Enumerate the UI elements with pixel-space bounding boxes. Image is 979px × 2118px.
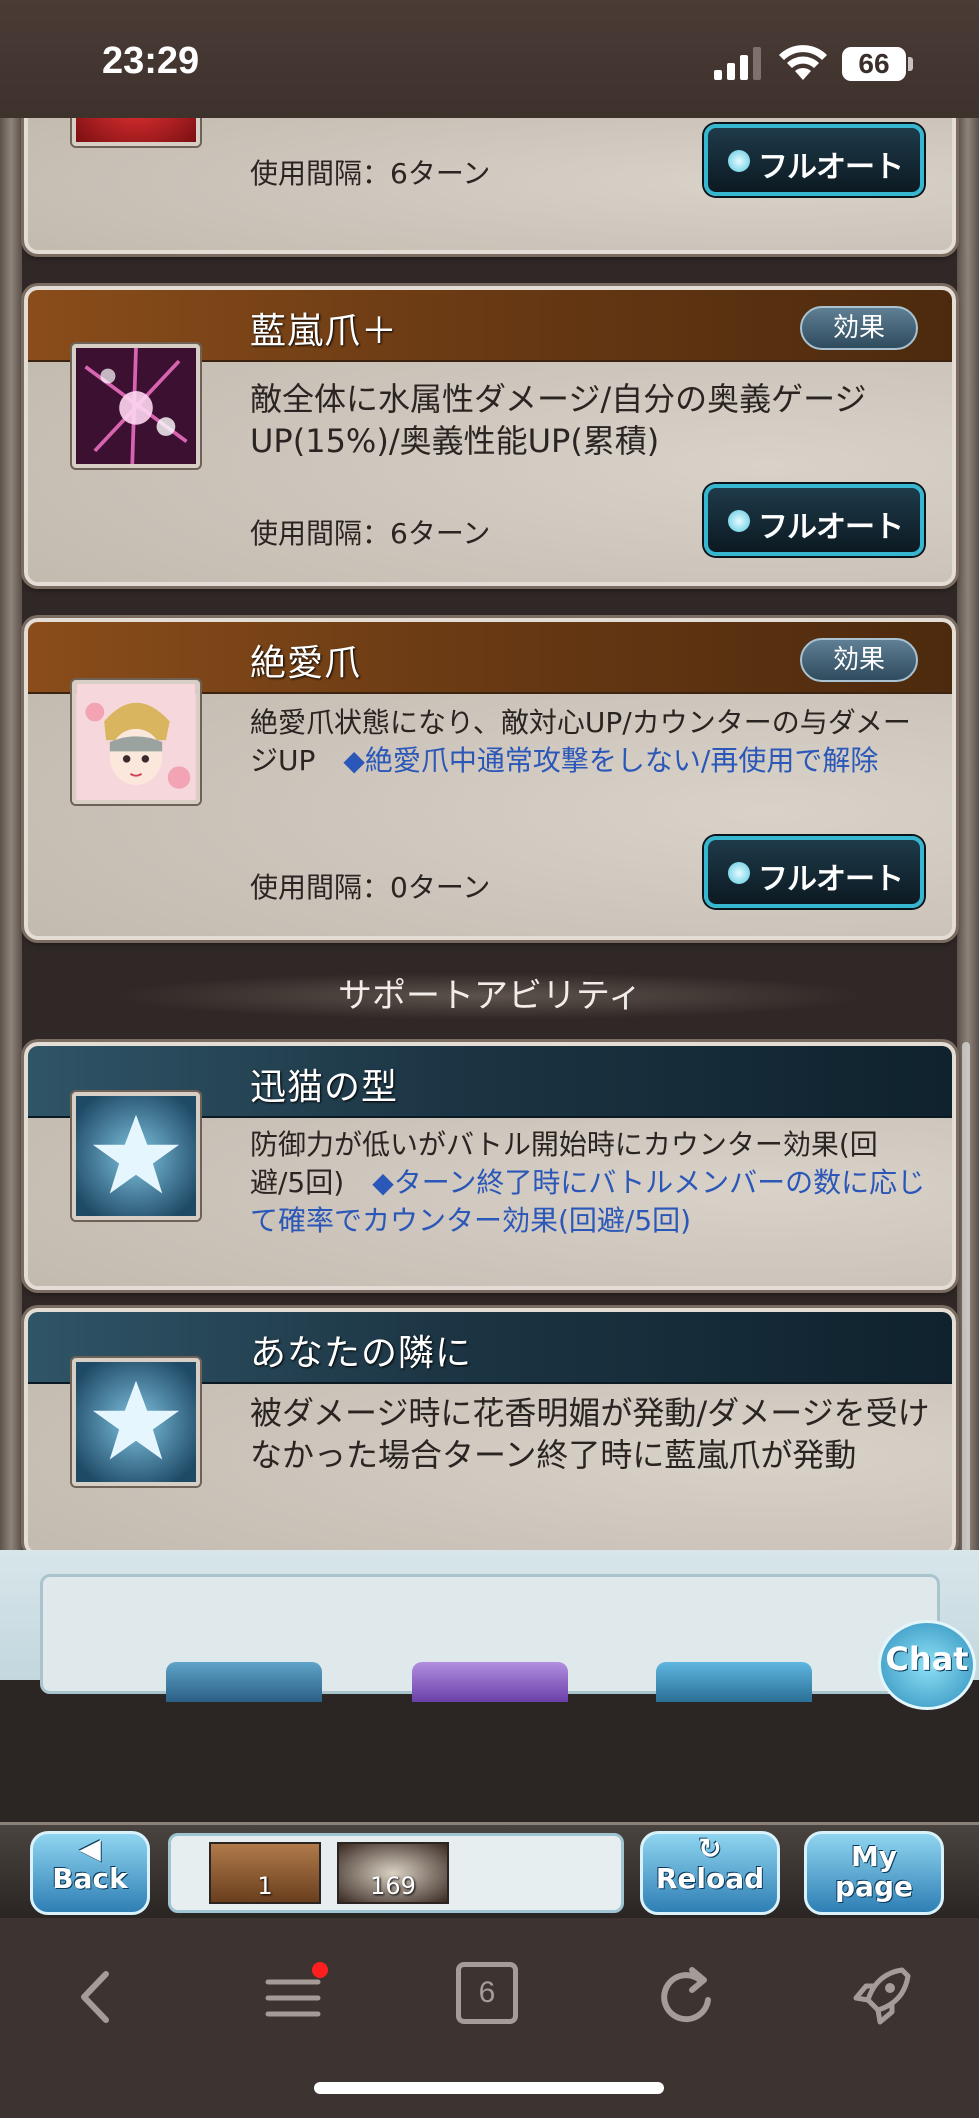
ability-icon-character-portrait	[72, 680, 200, 804]
reload-button[interactable]: ↻ Reload	[640, 1831, 780, 1915]
battery-tip	[908, 57, 913, 71]
ability-interval-3: 使用間隔：0ターン	[250, 871, 491, 904]
mypage-label-1: My	[850, 1840, 898, 1873]
ability-desc-2: 敵全体に水属性ダメージ/自分の奥義ゲージUP(15%)/奥義性能UP(累積)	[250, 380, 867, 460]
menu-tab-2[interactable]	[412, 1662, 568, 1702]
ability-title-2: 藍嵐爪＋	[250, 311, 399, 352]
wifi-icon	[779, 45, 827, 80]
game-nav-bar: ◀ Back 1 169 ↻ Reload My page	[0, 1822, 979, 1918]
support-desc-1: 防御力が低いがバトル開始時にカウンター効果(回避/5回) ◆ターン終了時にバトル…	[250, 1126, 930, 1240]
menu-icon[interactable]	[260, 1962, 330, 2032]
fullauto-button-1[interactable]: フルオート	[704, 124, 924, 196]
party-thumb-1[interactable]: 1	[209, 1842, 321, 1904]
support-card-1: 迅猫の型 防御力が低いがバトル開始時にカウンター効果(回避/5回) ◆ターン終了…	[24, 1042, 956, 1290]
tabs-button[interactable]: 6	[456, 1962, 518, 2024]
ability-interval-1: 使用間隔：6ターン	[250, 157, 491, 190]
frame-left	[0, 118, 22, 1678]
reload-label: Reload	[655, 1862, 765, 1895]
battery-level: 66	[858, 48, 890, 79]
status-bar: 23:29 66	[0, 0, 979, 118]
party-box: 1 169	[168, 1833, 624, 1913]
support-desc-2: 被ダメージ時に花香明媚が発動/ダメージを受けなかった場合ターン終了時に藍嵐爪が発…	[250, 1394, 930, 1474]
star-icon	[72, 1092, 200, 1220]
party-thumb-2[interactable]: 169	[337, 1842, 449, 1904]
back-arrow-icon: ◀	[79, 1832, 101, 1865]
back-chevron-icon[interactable]	[62, 1962, 132, 2032]
back-label: Back	[52, 1862, 128, 1895]
ability-icon-1	[72, 118, 200, 146]
fullauto-button-2[interactable]: フルオート	[704, 484, 924, 556]
star-icon	[72, 1358, 200, 1486]
fullauto-dot-icon	[728, 510, 750, 532]
fullauto-label-2: フルオート	[758, 510, 904, 545]
party-count-1: 1	[257, 1872, 273, 1900]
ability-card-3: 絶愛爪 効果 絶愛爪状態になり、敵対心UP/カウンターの与ダメージUP ◆絶愛爪…	[24, 618, 956, 940]
effect-button-2[interactable]: 効果	[800, 306, 918, 350]
fullauto-label-3: フルオート	[758, 862, 904, 897]
ability-desc-3: 絶愛爪状態になり、敵対心UP/カウンターの与ダメージUP ◆絶愛爪中通常攻撃をし…	[250, 704, 930, 780]
ability-card-1: 使用間隔：6ターン フルオート	[24, 118, 956, 254]
game-area: 使用間隔：6ターン フルオート 藍嵐爪＋ 効果 敵全体に水属性ダメージ/自分の奥…	[0, 118, 979, 1680]
support-title-1: 迅猫の型	[250, 1067, 399, 1108]
mypage-button[interactable]: My page	[804, 1831, 944, 1915]
ability-title-3: 絶愛爪	[250, 643, 362, 684]
support-title-2: あなたの隣に	[250, 1333, 473, 1374]
fullauto-button-3[interactable]: フルオート	[704, 836, 924, 908]
ability-note-3: ◆絶愛爪中通常攻撃をしない/再使用で解除	[343, 744, 879, 777]
support-section-title: サポートアビリティ	[110, 972, 870, 1020]
fullauto-label-1: フルオート	[758, 150, 904, 185]
menu-tab-1[interactable]	[166, 1662, 322, 1702]
browser-toolbar: 6	[0, 1918, 979, 2118]
reload-icon[interactable]	[652, 1962, 722, 2032]
ability-card-2: 藍嵐爪＋ 効果 敵全体に水属性ダメージ/自分の奥義ゲージUP(15%)/奥義性能…	[24, 286, 956, 586]
party-count-2: 169	[370, 1872, 416, 1900]
ability-icon-storm-claw	[72, 344, 200, 468]
back-button[interactable]: ◀ Back	[30, 1831, 150, 1915]
home-indicator	[314, 2082, 664, 2094]
rocket-icon[interactable]	[846, 1962, 916, 2032]
fullauto-dot-icon	[728, 862, 750, 884]
support-card-2: あなたの隣に 被ダメージ時に花香明媚が発動/ダメージを受けなかった場合ターン終了…	[24, 1308, 956, 1556]
effect-button-3[interactable]: 効果	[800, 638, 918, 682]
bottom-panel	[0, 1550, 979, 1702]
cellular-signal-icon	[714, 47, 761, 80]
fullauto-dot-icon	[728, 150, 750, 172]
battery-indicator: 66	[842, 47, 906, 81]
menu-tab-3[interactable]	[656, 1662, 812, 1702]
reload-icon: ↻	[698, 1832, 722, 1865]
mypage-label-2: page	[835, 1870, 913, 1903]
chat-button[interactable]: Chat	[878, 1620, 976, 1710]
status-time: 23:29	[102, 40, 200, 82]
ability-interval-2: 使用間隔：6ターン	[250, 517, 491, 550]
